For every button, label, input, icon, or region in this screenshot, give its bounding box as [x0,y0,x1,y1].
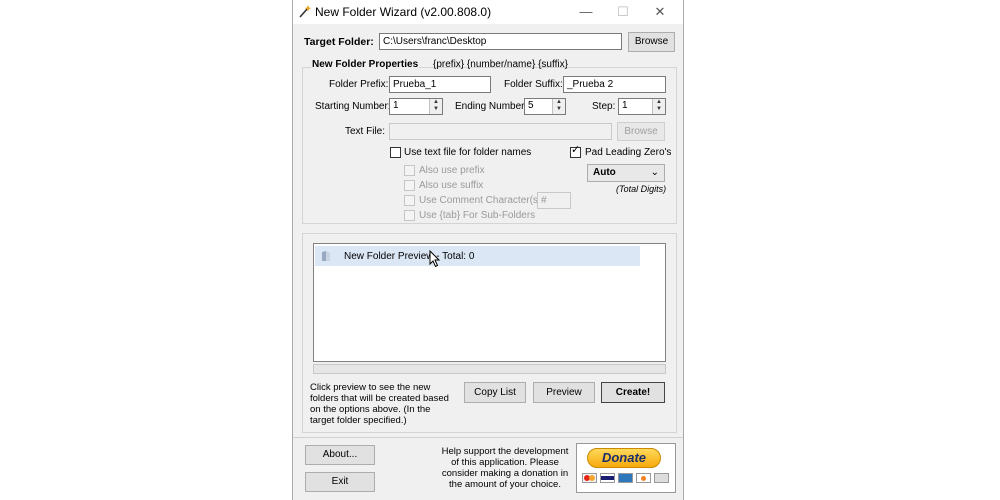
title-bar[interactable]: New Folder Wizard (v2.00.808.0) — ☐ ✕ [293,0,683,24]
divider [293,437,683,438]
window-title: New Folder Wizard (v2.00.808.0) [315,5,492,19]
also-prefix-checkbox[interactable] [404,165,415,176]
total-digits-select[interactable]: Auto ⌄ [587,164,665,182]
horizontal-scrollbar[interactable] [313,364,666,374]
preview-list[interactable]: New Folder Preview - Total: 0 [313,243,666,362]
about-button[interactable]: About... [305,445,375,465]
app-window: New Folder Wizard (v2.00.808.0) — ☐ ✕ Ta… [292,0,684,500]
target-folder-input[interactable]: C:\Users\franc\Desktop [379,33,622,50]
comment-char-input[interactable]: # [537,192,571,209]
total-digits-caption: (Total Digits) [616,184,667,194]
card-icon [636,473,651,483]
close-button[interactable]: ✕ [645,2,675,22]
preview-hint: Click preview to see the new folders tha… [310,382,449,426]
copy-list-button[interactable]: Copy List [464,382,526,403]
card-icon [600,473,615,483]
start-number-spinner[interactable]: 1 ▲ ▼ [389,98,443,115]
step-value: 1 [622,100,628,111]
also-suffix-label: Also use suffix [419,180,484,191]
target-browse-button[interactable]: Browse [628,32,675,52]
start-spin-buttons[interactable]: ▲ ▼ [429,99,442,114]
use-text-file-checkbox[interactable] [390,147,401,158]
spin-up-icon[interactable]: ▲ [430,99,442,106]
pad-zeros-checkbox[interactable]: ✓ [570,144,581,158]
pad-zeros-label: Pad Leading Zero's [585,147,672,158]
use-text-file-label: Use text file for folder names [404,147,532,158]
support-text: Help support the development of this app… [441,446,569,490]
end-spin-buttons[interactable]: ▲ ▼ [552,99,565,114]
start-number-label: Starting Number: [315,101,391,112]
wand-icon [297,3,313,19]
text-file-label: Text File: [345,126,386,137]
end-number-value: 5 [528,100,534,111]
spin-down-icon[interactable]: ▼ [430,106,442,113]
spin-down-icon[interactable]: ▼ [653,106,665,113]
total-digits-value: Auto [593,167,616,178]
minimize-button[interactable]: — [571,2,601,22]
prefix-label: Folder Prefix: [329,79,389,90]
end-number-label: Ending Number: [455,101,528,112]
cursor-icon [429,249,441,268]
donate-pill: Donate [587,448,661,468]
chevron-down-icon: ⌄ [650,167,659,178]
tab-subfolder-checkbox[interactable] [404,210,415,221]
card-icon [582,473,597,483]
text-file-input[interactable] [389,123,612,140]
also-suffix-checkbox[interactable] [404,180,415,191]
spin-down-icon[interactable]: ▼ [553,106,565,113]
spin-up-icon[interactable]: ▲ [653,99,665,106]
card-icon [618,473,633,483]
text-file-browse-button[interactable]: Browse [617,122,665,141]
maximize-button[interactable]: ☐ [608,2,638,22]
exit-button[interactable]: Exit [305,472,375,492]
step-label: Step: [592,101,616,112]
also-prefix-label: Also use prefix [419,165,485,176]
checkmark-icon: ✓ [571,144,581,156]
create-button[interactable]: Create! [601,382,665,403]
pattern-hint: {prefix} {number/name} {suffix} [433,59,568,70]
donate-button[interactable]: Donate [576,443,676,493]
end-number-spinner[interactable]: 5 ▲ ▼ [524,98,566,115]
target-folder-label: Target Folder: [304,36,374,48]
suffix-input[interactable]: _Prueba 2 [563,76,666,93]
spin-up-icon[interactable]: ▲ [553,99,565,106]
comment-char-checkbox[interactable] [404,195,415,206]
preview-button[interactable]: Preview [533,382,595,403]
step-spin-buttons[interactable]: ▲ ▼ [652,99,665,114]
comment-char-label: Use Comment Character(s): [419,195,545,206]
start-number-value: 1 [393,100,399,111]
preview-row-text: New Folder Preview - Total: 0 [344,251,475,262]
suffix-label: Folder Suffix: [504,79,563,90]
list-item[interactable]: New Folder Preview - Total: 0 [315,246,640,266]
tab-subfolder-label: Use {tab} For Sub-Folders [419,210,536,221]
folder-icon [321,250,331,262]
step-spinner[interactable]: 1 ▲ ▼ [618,98,666,115]
card-icon [654,473,669,483]
prefix-input[interactable]: Prueba_1 [389,76,491,93]
properties-heading: New Folder Properties [311,59,420,70]
